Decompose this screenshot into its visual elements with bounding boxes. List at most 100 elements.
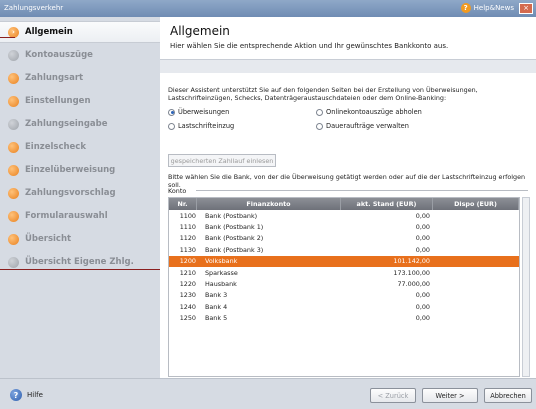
- cell-konto: Bank (Postbank 3): [205, 245, 264, 254]
- step-kontoauszuege[interactable]: Kontoauszüge: [0, 44, 160, 66]
- step-label: Einzelüberweisung: [25, 165, 116, 175]
- cell-stand: 0,00: [415, 223, 430, 232]
- table-row[interactable]: 1210 Sparkasse 173.100,00: [169, 267, 519, 278]
- close-button[interactable]: ×: [519, 3, 533, 14]
- cell-nr: 1130: [179, 245, 196, 254]
- table-row[interactable]: 1230 Bank 3 0,00: [169, 290, 519, 301]
- radio-label: Daueraufträge verwalten: [326, 122, 409, 130]
- header-separator: [160, 59, 536, 73]
- radio-ueberweisungen[interactable]: Überweisungen: [168, 108, 229, 116]
- step-label: Einzelscheck: [25, 142, 87, 152]
- step-icon: [8, 233, 19, 245]
- step-zahlungseingabe[interactable]: Zahlungseingabe: [0, 113, 160, 135]
- step-label: Übersicht Eigene Zhlg.: [25, 257, 134, 267]
- col-header-nr[interactable]: Nr.: [169, 198, 197, 210]
- table-row-selected[interactable]: 1200 Volksbank 101.142,00: [169, 255, 519, 267]
- cell-stand: 0,00: [415, 302, 430, 311]
- annotation-line-step: [0, 37, 15, 38]
- step-label: Formularauswahl: [25, 211, 108, 221]
- step-label: Zahlungseingabe: [25, 119, 108, 129]
- load-saved-run-button[interactable]: gespeicherten Zahllauf einlesen: [168, 154, 276, 167]
- footer-bar: ? Hilfe < Zurück Weiter > Abbrechen: [0, 378, 536, 409]
- help-button[interactable]: ? Hilfe: [10, 389, 43, 401]
- page-subtitle: Hier wählen Sie die entsprechende Aktion…: [170, 42, 449, 50]
- table-row[interactable]: 1220 Hausbank 77.000,00: [169, 278, 519, 289]
- radio-selected-icon: [168, 108, 175, 116]
- cell-nr: 1120: [179, 234, 196, 243]
- col-header-stand[interactable]: akt. Stand (EUR): [341, 198, 433, 210]
- step-label: Zahlungsart: [25, 73, 84, 83]
- annotation-line-row: [0, 269, 170, 270]
- cell-nr: 1210: [179, 268, 196, 277]
- cell-stand: 0,00: [415, 245, 430, 254]
- step-label: Allgemein: [25, 27, 73, 37]
- help-news-icon: ?: [460, 3, 471, 13]
- step-einstellungen[interactable]: Einstellungen: [0, 90, 160, 112]
- window-title: Zahlungsverkehr: [4, 4, 64, 12]
- cell-nr: 1100: [179, 211, 196, 220]
- step-label: Einstellungen: [25, 96, 91, 106]
- cell-konto: Bank 5: [205, 314, 228, 323]
- step-label: Kontoauszüge: [25, 50, 93, 60]
- table-row[interactable]: 1110 Bank (Postbank 1) 0,00: [169, 221, 519, 232]
- radio-label: Lastschrifteinzug: [178, 122, 235, 130]
- col-header-dispo[interactable]: Dispo (EUR): [433, 198, 519, 210]
- step-zahlungsvorschlag[interactable]: Zahlungsvorschlag: [0, 182, 160, 204]
- step-formularauswahl[interactable]: Formularauswahl: [0, 205, 160, 227]
- step-uebersicht[interactable]: Übersicht: [0, 228, 160, 250]
- cell-konto: Bank (Postbank): [205, 211, 258, 220]
- cell-stand: 0,00: [415, 234, 430, 243]
- table-row[interactable]: 1120 Bank (Postbank 2) 0,00: [169, 233, 519, 244]
- radio-dauerauftraege[interactable]: Daueraufträge verwalten: [316, 122, 409, 130]
- help-news-link[interactable]: ? Help&News: [460, 3, 514, 13]
- table-scrollbar[interactable]: [522, 197, 530, 377]
- radio-label: Überweisungen: [178, 108, 230, 116]
- step-disabled-icon: [8, 118, 19, 130]
- help-label: Hilfe: [27, 391, 43, 399]
- cell-nr: 1220: [179, 280, 196, 289]
- step-disabled-icon: [8, 49, 19, 61]
- cell-nr: 1240: [179, 302, 196, 311]
- cancel-button[interactable]: Abbrechen: [484, 388, 532, 403]
- col-header-finanzkonto[interactable]: Finanzkonto: [197, 198, 341, 210]
- step-icon: [8, 72, 19, 84]
- choose-bank-text: Bitte wählen Sie die Bank, von der die Ü…: [168, 173, 526, 189]
- step-icon: [8, 95, 19, 107]
- konto-group-label: Konto: [168, 187, 187, 195]
- radio-lastschrifteinzug[interactable]: Lastschrifteinzug: [168, 122, 234, 130]
- radio-icon: [316, 108, 323, 116]
- back-button[interactable]: < Zurück: [370, 388, 416, 403]
- cell-konto: Hausbank: [205, 280, 237, 289]
- cell-nr: 1230: [179, 291, 196, 300]
- table-row[interactable]: 1240 Bank 4 0,00: [169, 301, 519, 312]
- content-area: Allgemein Hier wählen Sie die entspreche…: [160, 17, 536, 378]
- step-icon: [8, 141, 19, 153]
- cell-konto: Bank (Postbank 1): [205, 223, 264, 232]
- cell-stand: 0,00: [415, 314, 430, 323]
- step-einzelueberweisung[interactable]: Einzelüberweisung: [0, 159, 160, 181]
- title-bar: Zahlungsverkehr ? Help&News ×: [0, 0, 536, 17]
- step-allgemein[interactable]: › Allgemein: [0, 21, 160, 43]
- help-icon: ?: [10, 389, 22, 401]
- step-label: Zahlungsvorschlag: [25, 188, 116, 198]
- step-disabled-icon: [8, 256, 19, 268]
- accounts-table: Nr. Finanzkonto akt. Stand (EUR) Dispo (…: [168, 197, 520, 377]
- step-label: Übersicht: [25, 234, 72, 244]
- radio-icon: [316, 122, 323, 130]
- next-button[interactable]: Weiter >: [422, 388, 478, 403]
- step-zahlungsart[interactable]: Zahlungsart: [0, 67, 160, 89]
- radio-label: Onlinekontoauszüge abholen: [326, 108, 422, 116]
- table-row[interactable]: 1130 Bank (Postbank 3) 0,00: [169, 244, 519, 255]
- step-einzelscheck[interactable]: Einzelscheck: [0, 136, 160, 158]
- konto-group-line: [196, 190, 528, 191]
- cell-stand: 0,00: [415, 291, 430, 300]
- radio-icon: [168, 122, 175, 130]
- table-row[interactable]: 1250 Bank 5 0,00: [169, 313, 519, 324]
- cell-stand: 173.100,00: [393, 268, 430, 277]
- radio-onlinekontoauszuege[interactable]: Onlinekontoauszüge abholen: [316, 108, 422, 116]
- cell-konto: Volksbank: [205, 257, 238, 266]
- intro-text: Dieser Assistent unterstützt Sie auf den…: [168, 86, 478, 102]
- table-row[interactable]: 1100 Bank (Postbank) 0,00: [169, 210, 519, 221]
- table-header: Nr. Finanzkonto akt. Stand (EUR) Dispo (…: [169, 198, 519, 210]
- cell-nr: 1110: [179, 223, 196, 232]
